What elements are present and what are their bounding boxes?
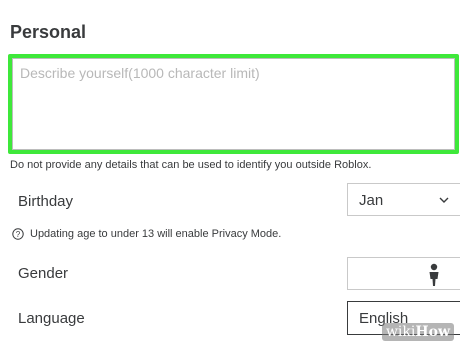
watermark-part2: How bbox=[415, 324, 450, 340]
age-note-text: Updating age to under 13 will enable Pri… bbox=[30, 228, 282, 240]
settings-page: Personal Do not provide any details that… bbox=[0, 0, 460, 345]
gender-selector[interactable] bbox=[347, 257, 460, 290]
section-title: Personal bbox=[10, 22, 87, 42]
about-textarea[interactable] bbox=[12, 58, 455, 150]
gender-label: Gender bbox=[18, 265, 69, 282]
about-field-container bbox=[8, 54, 459, 154]
language-label: Language bbox=[18, 310, 85, 327]
watermark-part1: wiki bbox=[385, 324, 416, 340]
birthday-month-value: Jan bbox=[359, 192, 384, 209]
svg-text:?: ? bbox=[16, 230, 21, 239]
birthday-label: Birthday bbox=[18, 193, 74, 210]
chevron-down-icon bbox=[439, 197, 449, 203]
question-circle-icon[interactable]: ? bbox=[12, 228, 24, 240]
birthday-month-select[interactable]: Jan bbox=[347, 183, 460, 216]
privacy-hint: Do not provide any details that can be u… bbox=[10, 159, 372, 171]
age-note: ? Updating age to under 13 will enable P… bbox=[12, 228, 281, 240]
person-icon[interactable] bbox=[427, 263, 441, 287]
wikihow-watermark: wikiHow bbox=[381, 323, 454, 341]
